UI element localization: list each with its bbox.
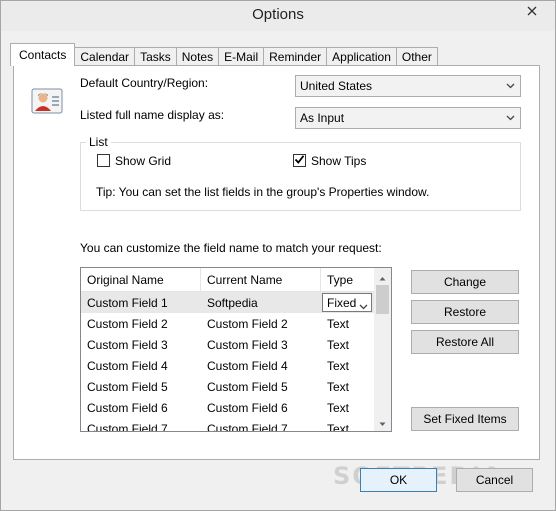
tab-email[interactable]: E-Mail <box>218 47 265 66</box>
current-name-cell: Custom Field 2 <box>207 316 288 331</box>
table-row[interactable]: Custom Field 2 Custom Field 2 Text <box>81 313 375 334</box>
chevron-up-icon <box>379 270 386 284</box>
type-cell: Text <box>327 421 350 432</box>
table-header: Original Name Current Name Type <box>81 268 375 292</box>
tab-other[interactable]: Other <box>395 47 438 66</box>
country-select[interactable]: United States <box>295 75 521 97</box>
close-button[interactable] <box>517 2 547 22</box>
checkmark-icon <box>294 154 305 168</box>
show-grid-checkbox[interactable] <box>97 154 110 167</box>
current-name-cell: Custom Field 3 <box>207 337 288 352</box>
tab-notes[interactable]: Notes <box>175 47 220 66</box>
list-tip-text: Tip: You can set the list fields in the … <box>96 185 430 199</box>
type-cell: Text <box>327 337 350 352</box>
fullname-select[interactable]: As Input <box>295 107 521 129</box>
type-cell: Text <box>327 379 350 394</box>
country-label: Default Country/Region: <box>80 76 209 90</box>
scroll-down-button[interactable] <box>374 414 391 431</box>
show-tips-checkbox[interactable] <box>293 154 306 167</box>
scrollbar-thumb[interactable] <box>376 285 389 314</box>
type-combo-value: Fixed <box>327 295 357 310</box>
custom-fields-table[interactable]: Original Name Current Name Type Custom F… <box>80 267 392 432</box>
show-grid-label: Show Grid <box>115 154 172 168</box>
close-icon <box>527 5 537 19</box>
current-name-cell: Custom Field 7 <box>207 421 288 432</box>
restore-all-button[interactable]: Restore All <box>411 330 519 354</box>
original-name-cell: Custom Field 6 <box>87 400 168 415</box>
cancel-button[interactable]: Cancel <box>456 468 533 492</box>
chevron-down-icon <box>504 111 516 125</box>
table-row[interactable]: Custom Field 5 Custom Field 5 Text <box>81 376 375 397</box>
tab-reminder[interactable]: Reminder <box>263 47 328 66</box>
tab-strip: Contacts Calendar Tasks Notes E-Mail Rem… <box>10 43 438 66</box>
current-name-cell: Custom Field 6 <box>207 400 288 415</box>
chevron-down-icon <box>359 299 368 313</box>
window-title: Options <box>252 6 304 23</box>
tab-contacts[interactable]: Contacts <box>10 43 76 66</box>
current-name-cell: Custom Field 4 <box>207 358 288 373</box>
original-name-cell: Custom Field 5 <box>87 379 168 394</box>
type-cell: Text <box>327 358 350 373</box>
table-row[interactable]: Custom Field 4 Custom Field 4 Text <box>81 355 375 376</box>
list-group-caption: List <box>86 135 111 149</box>
fullname-label: Listed full name display as: <box>80 108 225 122</box>
set-fixed-items-button[interactable]: Set Fixed Items <box>411 407 519 431</box>
contact-card-icon <box>31 88 63 114</box>
scroll-up-button[interactable] <box>374 268 391 285</box>
type-cell: Text <box>327 316 350 331</box>
original-name-cell: Custom Field 1 <box>87 295 168 310</box>
tab-calendar[interactable]: Calendar <box>74 47 136 66</box>
original-name-cell: Custom Field 2 <box>87 316 168 331</box>
fullname-select-value: As Input <box>300 111 345 125</box>
list-group <box>80 142 521 211</box>
show-tips-label: Show Tips <box>311 154 367 168</box>
table-body: Custom Field 1 Softpedia Fixed Custom Fi… <box>81 292 375 432</box>
type-combo[interactable]: Fixed <box>322 293 372 312</box>
column-header-original-name[interactable]: Original Name <box>81 268 201 292</box>
original-name-cell: Custom Field 4 <box>87 358 168 373</box>
change-button[interactable]: Change <box>411 270 519 294</box>
table-row[interactable]: Custom Field 7 Custom Field 7 Text <box>81 418 375 432</box>
tab-application[interactable]: Application <box>326 47 397 66</box>
ok-button[interactable]: OK <box>360 468 437 492</box>
type-cell: Fixed <box>321 292 375 313</box>
restore-button[interactable]: Restore <box>411 300 519 324</box>
title-bar: Options <box>1 1 555 31</box>
table-row[interactable]: Custom Field 6 Custom Field 6 Text <box>81 397 375 418</box>
table-row[interactable]: Custom Field 3 Custom Field 3 Text <box>81 334 375 355</box>
column-header-current-name[interactable]: Current Name <box>201 268 321 292</box>
country-select-value: United States <box>300 79 373 93</box>
vertical-scrollbar[interactable] <box>374 268 391 431</box>
original-name-cell: Custom Field 7 <box>87 421 168 432</box>
customize-label: You can customize the field name to matc… <box>80 241 382 255</box>
table-row[interactable]: Custom Field 1 Softpedia Fixed <box>81 292 375 313</box>
current-name-cell[interactable]: Softpedia <box>201 292 321 313</box>
chevron-down-icon <box>379 416 386 430</box>
original-name-cell: Custom Field 3 <box>87 337 168 352</box>
current-name-cell: Custom Field 5 <box>207 379 288 394</box>
tab-tasks[interactable]: Tasks <box>134 47 177 66</box>
column-header-type[interactable]: Type <box>321 268 375 292</box>
type-cell: Text <box>327 400 350 415</box>
chevron-down-icon <box>504 79 516 93</box>
